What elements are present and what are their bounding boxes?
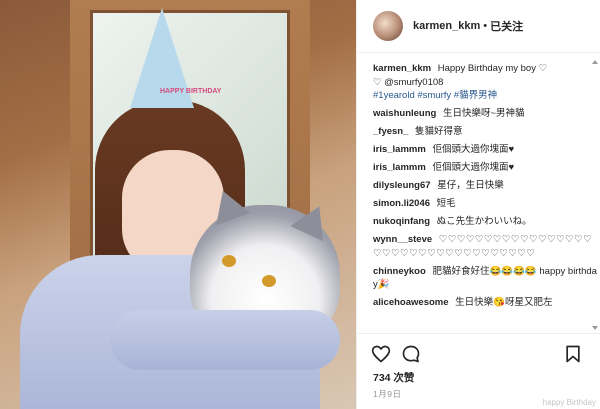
watermark: happy Birthday <box>542 398 596 407</box>
comment-username[interactable]: dilysleung67 <box>373 180 431 191</box>
list-item: chinneykoo 肥貓好食好住😂😂😂😂 happy birthday🎉 <box>373 265 597 292</box>
like-count[interactable]: 734 次赞 <box>373 370 414 385</box>
comment-text: Happy Birthday my boy ♡ <box>437 63 548 74</box>
list-item: waishunleung 生日快樂呀~男神貓 <box>373 107 597 121</box>
comment-username[interactable]: nukoqinfang <box>373 216 430 227</box>
header-username[interactable]: karmen_kkm <box>413 20 480 32</box>
header-separator: • <box>483 20 488 32</box>
list-item: _fyesn_ 隻貓好得意 <box>373 125 597 139</box>
list-item: iris_lammm 佢個頭大過你塊面♥ <box>373 161 597 175</box>
comment-hashtags[interactable]: #1yearold #smurfy #貓界男神 <box>373 90 497 101</box>
follow-status-button[interactable]: 已关注 <box>490 18 523 34</box>
list-item: alicehoawesome 生日快樂😘呀星又肥左 <box>373 296 597 310</box>
comment-username[interactable]: _fyesn_ <box>373 126 408 137</box>
photo-cat-eye <box>222 255 236 267</box>
comment-text: 生日快樂呀~男神貓 <box>442 108 525 119</box>
comment-username[interactable]: iris_lammm <box>373 162 426 173</box>
list-item: nukoqinfang ぬこ先生かわいいね。 <box>373 215 597 229</box>
comment-text: 佢個頭大過你塊面♥ <box>432 162 515 173</box>
list-item: simon.li2046 短毛 <box>373 197 597 211</box>
post-header: karmen_kkm • 已关注 <box>357 0 600 53</box>
scroll-down-arrow-icon[interactable] <box>592 326 598 330</box>
comment-text: 佢個頭大過你塊面♥ <box>432 144 515 155</box>
comment-text: ぬこ先生かわいいね。 <box>436 216 532 227</box>
comment-text: 隻貓好得意 <box>415 126 463 137</box>
post-date: 1月9日 <box>373 389 402 399</box>
comment-username[interactable]: alicehoawesome <box>373 297 449 308</box>
list-item: iris_lammm 佢個頭大過你塊面♥ <box>373 143 597 157</box>
comment-text: 生日快樂😘呀星又肥左 <box>455 297 553 308</box>
comments-scrollbar[interactable] <box>592 60 598 330</box>
party-hat-text: HAPPY BIRTHDAY <box>160 88 222 95</box>
photo-arm <box>110 310 340 370</box>
comment-username[interactable]: chinneykoo <box>373 266 426 277</box>
comment-mention[interactable]: ♡ @smurfy0108 <box>373 77 443 88</box>
comment-text: 短毛 <box>436 198 456 209</box>
heart-icon[interactable] <box>371 344 391 364</box>
comment-username[interactable]: wynn__steve <box>373 234 432 245</box>
comment-bubble-icon[interactable] <box>401 344 421 364</box>
comment-username[interactable]: karmen_kkm <box>373 63 431 74</box>
bookmark-icon[interactable] <box>563 344 583 364</box>
comment-list: karmen_kkm Happy Birthday my boy ♡ ♡ @sm… <box>373 62 597 332</box>
comment-username[interactable]: simon.li2046 <box>373 198 430 209</box>
scroll-up-arrow-icon[interactable] <box>592 60 598 64</box>
comment-username[interactable]: iris_lammm <box>373 144 426 155</box>
list-item: wynn__steve ♡♡♡♡♡♡♡♡♡♡♡♡♡♡♡♡♡♡♡♡♡♡♡♡♡♡♡♡… <box>373 233 597 260</box>
post-side-panel: karmen_kkm • 已关注 karmen_kkm Happy Birthd… <box>356 0 600 409</box>
caption: karmen_kkm Happy Birthday my boy ♡ ♡ @sm… <box>373 62 597 103</box>
comment-text: 星仔，生日快樂 <box>437 180 504 191</box>
avatar[interactable] <box>373 11 403 41</box>
comment-username[interactable]: waishunleung <box>373 108 436 119</box>
list-item: dilysleung67 星仔，生日快樂 <box>373 179 597 193</box>
photo-cat-eye <box>262 275 276 287</box>
post-photo[interactable]: HAPPY BIRTHDAY <box>0 0 356 409</box>
